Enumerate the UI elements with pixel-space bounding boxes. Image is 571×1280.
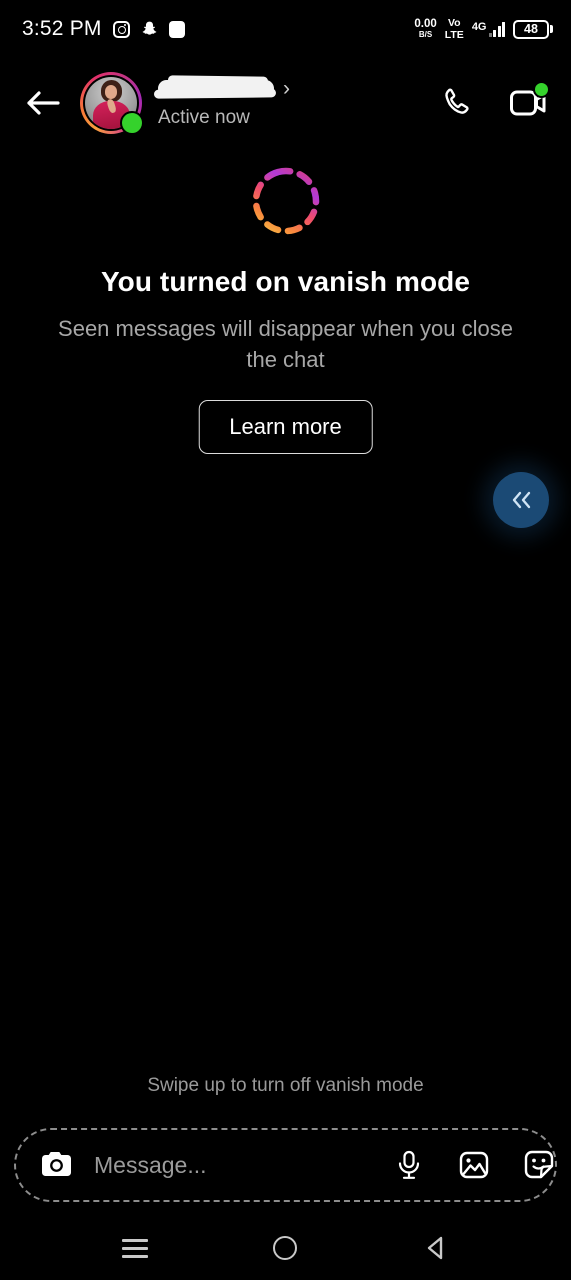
status-bar: 3:52 PM 0.00 B/S Vo LTE 4G 48 bbox=[0, 0, 571, 58]
android-nav-bar bbox=[0, 1216, 571, 1280]
dashed-circle-icon bbox=[252, 167, 319, 235]
volte-indicator: Vo LTE bbox=[445, 18, 464, 40]
nav-recents-button[interactable] bbox=[107, 1220, 163, 1276]
status-bar-clock: 3:52 PM bbox=[22, 17, 102, 40]
microphone-icon bbox=[398, 1150, 420, 1179]
collapse-panel-button[interactable] bbox=[493, 472, 549, 528]
sticker-button[interactable] bbox=[520, 1146, 558, 1184]
battery-indicator: 48 bbox=[513, 19, 553, 39]
vanish-mode-icon-wrapper bbox=[248, 163, 324, 239]
image-icon bbox=[459, 1151, 489, 1179]
data-speed-value: 0.00 bbox=[414, 17, 437, 30]
data-speed-indicator: 0.00 B/S bbox=[414, 17, 437, 40]
phone-icon bbox=[445, 88, 469, 114]
recents-icon bbox=[122, 1238, 149, 1258]
message-input[interactable] bbox=[94, 1151, 390, 1179]
username-redacted bbox=[158, 79, 274, 97]
audio-call-button[interactable] bbox=[436, 82, 478, 124]
video-active-dot bbox=[533, 81, 550, 98]
volte-line-1: Vo bbox=[447, 17, 461, 29]
battery-tip bbox=[550, 25, 553, 33]
username-row[interactable]: › bbox=[158, 78, 436, 99]
instagram-icon bbox=[112, 20, 130, 38]
signal-bars-icon bbox=[488, 22, 505, 37]
video-call-button[interactable] bbox=[507, 81, 550, 124]
signal-indicator: 4G bbox=[472, 21, 505, 37]
battery-icon: 48 bbox=[513, 19, 549, 39]
vanish-subtitle: Seen messages will disappear when you cl… bbox=[58, 316, 513, 372]
chevron-right-icon: › bbox=[283, 76, 290, 100]
gallery-button[interactable] bbox=[455, 1146, 493, 1184]
vanish-title: You turned on vanish mode bbox=[100, 266, 471, 297]
status-bar-left: 3:52 PM bbox=[22, 17, 185, 41]
voice-message-button[interactable] bbox=[390, 1146, 428, 1184]
sticker-icon bbox=[524, 1150, 554, 1179]
chat-header: › Active now bbox=[0, 58, 571, 148]
arrow-left-icon bbox=[27, 91, 60, 115]
camera-icon bbox=[42, 1152, 71, 1176]
learn-more-button[interactable]: Learn more bbox=[198, 400, 373, 454]
status-bar-right: 0.00 B/S Vo LTE 4G 48 bbox=[414, 18, 553, 40]
volte-line-2: LTE bbox=[444, 28, 464, 41]
online-status-dot bbox=[120, 111, 144, 135]
snapchat-icon bbox=[142, 21, 156, 35]
network-type-label: 4G bbox=[471, 21, 487, 33]
back-button[interactable] bbox=[20, 80, 66, 126]
battery-percent-label: 48 bbox=[524, 22, 538, 36]
camera-button[interactable] bbox=[36, 1144, 78, 1186]
active-status-label: Active now bbox=[158, 106, 250, 128]
swipe-hint-label: Swipe up to turn off vanish mode bbox=[147, 1075, 424, 1096]
chat-screen: 3:52 PM 0.00 B/S Vo LTE 4G 48 › Active n… bbox=[0, 0, 571, 1280]
data-speed-unit: B/S bbox=[418, 30, 433, 40]
double-chevron-left-icon bbox=[512, 491, 531, 509]
home-circle-icon bbox=[273, 1236, 298, 1260]
nav-home-button[interactable] bbox=[257, 1220, 313, 1276]
nav-back-button[interactable] bbox=[408, 1220, 464, 1276]
header-text-block[interactable]: › Active now bbox=[158, 78, 436, 129]
header-actions bbox=[436, 81, 550, 124]
message-composer bbox=[14, 1128, 557, 1202]
avatar[interactable] bbox=[80, 72, 144, 135]
back-triangle-icon bbox=[427, 1236, 443, 1260]
composer-actions bbox=[390, 1146, 558, 1184]
white-square-icon bbox=[168, 20, 185, 38]
